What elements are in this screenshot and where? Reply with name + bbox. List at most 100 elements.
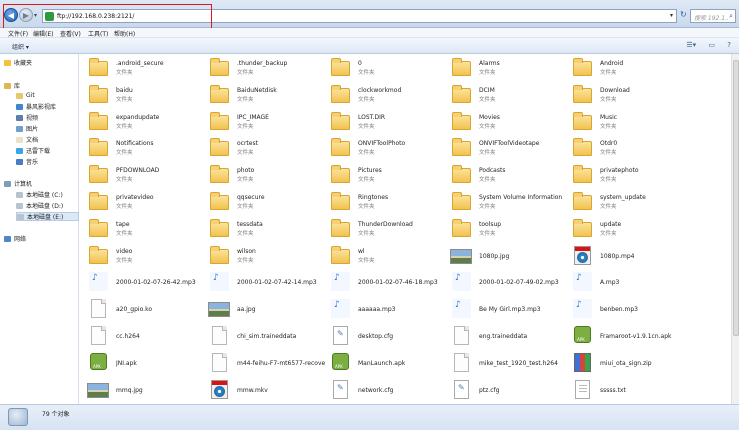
file-item[interactable]: 2000-01-02-07-42-14.mp3: [205, 270, 325, 294]
file-item[interactable]: mike_test_1920_test.h264: [447, 351, 567, 375]
scrollbar-thumb[interactable]: [733, 60, 739, 336]
file-item[interactable]: network.cfg: [326, 378, 446, 402]
file-item[interactable]: a20_gpio.ko: [84, 297, 204, 321]
folder-item[interactable]: PFDOWNLOAD 文件夹: [84, 163, 204, 187]
folder-item[interactable]: System Volume Information 文件夹: [447, 190, 567, 214]
folder-item[interactable]: video 文件夹: [84, 244, 204, 268]
folder-item[interactable]: Pictures 文件夹: [326, 163, 446, 187]
nav-favorites[interactable]: 收藏夹: [4, 58, 79, 67]
item-name: sssss.txt: [600, 386, 626, 394]
file-item[interactable]: cc.h264: [84, 324, 204, 348]
folder-item[interactable]: LOST.DIR 文件夹: [326, 110, 446, 134]
file-item[interactable]: 2000-01-02-07-26-42.mp3: [84, 270, 204, 294]
nav-library[interactable]: 库: [4, 81, 79, 90]
nav-library-storm[interactable]: 暴风影视库: [16, 102, 79, 111]
folder-item[interactable]: tape 文件夹: [84, 217, 204, 241]
file-item[interactable]: mmq.jpg: [84, 378, 204, 402]
folder-item[interactable]: Podcasts 文件夹: [447, 163, 567, 187]
menu-edit[interactable]: 编辑(E): [33, 29, 53, 38]
menu-file[interactable]: 文件(F): [8, 29, 28, 38]
nav-network[interactable]: 网络: [4, 234, 79, 243]
menu-tools[interactable]: 工具(T): [88, 29, 108, 38]
folder-item[interactable]: Movies 文件夹: [447, 110, 567, 134]
folder-item[interactable]: 0 文件夹: [326, 56, 446, 80]
folder-item[interactable]: Ringtones 文件夹: [326, 190, 446, 214]
computer-icon: [4, 180, 11, 187]
nav-library-thunder[interactable]: 迅雷下载: [16, 146, 79, 155]
view-options-icon[interactable]: ☰▾: [686, 41, 696, 49]
folder-item[interactable]: ThunderDownload 文件夹: [326, 217, 446, 241]
file-item[interactable]: miui_ota_sign.zip: [568, 351, 688, 375]
nav-library-git[interactable]: Git: [16, 91, 79, 100]
folder-item[interactable]: Otdr0 文件夹: [568, 136, 688, 160]
folder-item[interactable]: baidu 文件夹: [84, 83, 204, 107]
folder-item[interactable]: Notifications 文件夹: [84, 136, 204, 160]
menu-help[interactable]: 帮助(H): [114, 29, 135, 38]
folder-item[interactable]: Music 文件夹: [568, 110, 688, 134]
folder-item[interactable]: ONVIFToolVideotape 文件夹: [447, 136, 567, 160]
folder-item[interactable]: Download 文件夹: [568, 83, 688, 107]
nav-library-pictures[interactable]: 图片: [16, 124, 79, 133]
file-item[interactable]: mmw.mkv: [205, 378, 325, 402]
file-item[interactable]: 1080p.jpg: [447, 244, 567, 268]
folder-item[interactable]: tessdata 文件夹: [205, 217, 325, 241]
nav-drive-d[interactable]: 本地磁盘 (D:): [16, 201, 79, 210]
item-type: 文件夹: [479, 230, 496, 237]
file-item[interactable]: 2000-01-02-07-46-18.mp3: [326, 270, 446, 294]
nav-library-video[interactable]: 视频: [16, 113, 79, 122]
search-icon[interactable]: ⌕: [729, 12, 733, 21]
folder-item[interactable]: .thunder_backup 文件夹: [205, 56, 325, 80]
file-item[interactable]: m44-feihu-F7-mt6577-recovery-20121205.im…: [205, 351, 325, 375]
search-field[interactable]: 搜索 192.1... ⌕: [690, 9, 736, 23]
file-item[interactable]: Framaroot-v1.9.1cn.apk: [568, 324, 688, 348]
folder-item[interactable]: privatephoto 文件夹: [568, 163, 688, 187]
folder-item[interactable]: BaiduNetdisk 文件夹: [205, 83, 325, 107]
menu-bar: 文件(F) 编辑(E) 查看(V) 工具(T) 帮助(H): [0, 28, 739, 38]
file-item[interactable]: Be My Girl.mp3.mp3: [447, 297, 567, 321]
file-item[interactable]: desktop.cfg: [326, 324, 446, 348]
menu-view[interactable]: 查看(V): [60, 29, 81, 38]
folder-item[interactable]: privatevideo 文件夹: [84, 190, 204, 214]
folder-icon: [573, 165, 592, 184]
cfg-file-icon: [333, 326, 348, 345]
folder-item[interactable]: system_update 文件夹: [568, 190, 688, 214]
file-item[interactable]: chi_sim.traineddata: [205, 324, 325, 348]
folder-item[interactable]: wl 文件夹: [326, 244, 446, 268]
vertical-scrollbar[interactable]: [731, 54, 739, 404]
file-item[interactable]: A.mp3: [568, 270, 688, 294]
folder-item[interactable]: ocrtest 文件夹: [205, 136, 325, 160]
folder-item[interactable]: .android_secure 文件夹: [84, 56, 204, 80]
folder-item[interactable]: update 文件夹: [568, 217, 688, 241]
address-dropdown-icon[interactable]: ▾: [670, 12, 673, 19]
folder-item[interactable]: qqsecure 文件夹: [205, 190, 325, 214]
nav-library-documents[interactable]: 文档: [16, 135, 79, 144]
file-item[interactable]: sssss.txt: [568, 378, 688, 402]
nav-computer[interactable]: 计算机: [4, 179, 79, 188]
folder-item[interactable]: wilson 文件夹: [205, 244, 325, 268]
file-item[interactable]: 1080p.mp4: [568, 244, 688, 268]
file-item[interactable]: benben.mp3: [568, 297, 688, 321]
folder-item[interactable]: Android 文件夹: [568, 56, 688, 80]
organize-button[interactable]: 组织 ▾: [12, 42, 29, 51]
folder-item[interactable]: toolsup 文件夹: [447, 217, 567, 241]
nav-drive-c[interactable]: 本地磁盘 (C:): [16, 190, 79, 199]
file-item[interactable]: ManLaunch.apk: [326, 351, 446, 375]
file-item[interactable]: eng.traineddata: [447, 324, 567, 348]
nav-drive-e[interactable]: 本地磁盘 (E:): [16, 212, 79, 221]
file-item[interactable]: aa.jpg: [205, 297, 325, 321]
file-item[interactable]: JNI.apk: [84, 351, 204, 375]
folder-item[interactable]: DCIM 文件夹: [447, 83, 567, 107]
preview-pane-icon[interactable]: ▭: [708, 41, 715, 49]
folder-item[interactable]: expandupdate 文件夹: [84, 110, 204, 134]
folder-item[interactable]: clockworkmod 文件夹: [326, 83, 446, 107]
nav-library-music[interactable]: 音乐: [16, 157, 79, 166]
refresh-icon[interactable]: ↻: [680, 10, 687, 19]
folder-item[interactable]: ONVIFToolPhoto 文件夹: [326, 136, 446, 160]
help-icon[interactable]: ?: [727, 41, 731, 49]
folder-item[interactable]: photo 文件夹: [205, 163, 325, 187]
folder-item[interactable]: IPC_IMAGE 文件夹: [205, 110, 325, 134]
file-item[interactable]: ptz.cfg: [447, 378, 567, 402]
file-item[interactable]: 2000-01-02-07-49-02.mp3: [447, 270, 567, 294]
file-item[interactable]: aaaaaa.mp3: [326, 297, 446, 321]
folder-item[interactable]: Alarms 文件夹: [447, 56, 567, 80]
